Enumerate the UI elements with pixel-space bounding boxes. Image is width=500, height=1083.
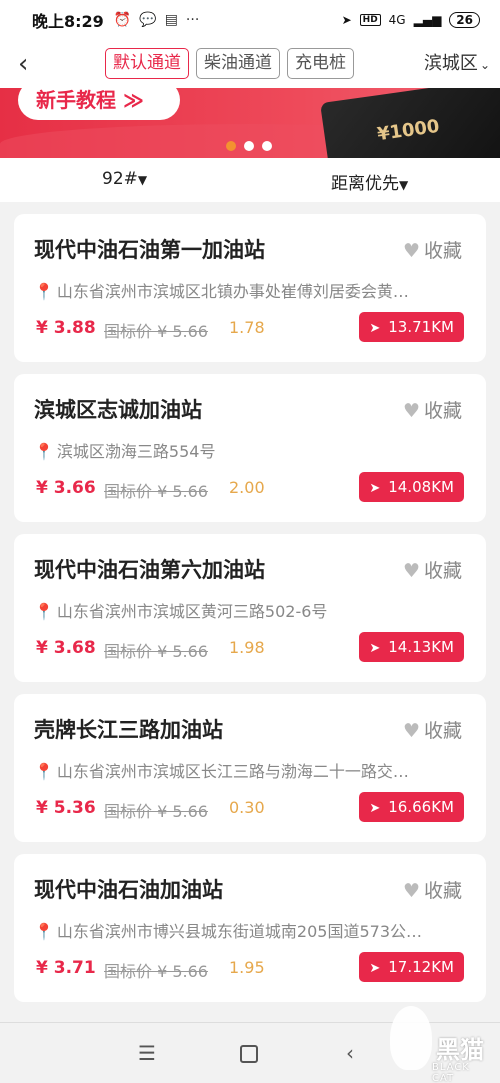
heart-icon: ♥ — [402, 880, 420, 902]
carousel-dots — [226, 141, 272, 151]
location-pin-icon: 📍 — [34, 602, 54, 621]
heart-icon: ♥ — [402, 240, 420, 262]
filter-bar: 92#▼ 距离优先▼ — [0, 158, 500, 202]
price-discount: 1.78 — [229, 318, 265, 337]
status-time: 晚上8:29 — [32, 12, 104, 31]
signal-bars-icon: ▂▄▆ — [413, 13, 442, 27]
menu-icon[interactable]: ☰ — [138, 1041, 156, 1065]
watermark-title: 黑猫 — [436, 1036, 484, 1064]
navigate-distance-button[interactable]: ➤ 17.12KM — [359, 952, 464, 982]
tutorial-button[interactable]: 新手教程 ≫ — [18, 88, 180, 120]
caret-down-icon: ▼ — [399, 178, 409, 192]
navigate-distance-button[interactable]: ➤ 14.13KM — [359, 632, 464, 662]
station-name: 现代中油石油第一加油站 — [34, 238, 265, 262]
top-nav-bar: ‹ 默认通道 柴油通道 充电桩 滨城区 ⌄ — [0, 40, 500, 88]
tab-default-channel[interactable]: 默认通道 — [105, 48, 189, 79]
navigate-distance-button[interactable]: ➤ 16.66KM — [359, 792, 464, 822]
station-card[interactable]: 壳牌长江三路加油站 ♥ 收藏 📍 山东省滨州市滨城区长江三路与渤海二十一路交… ¥ … — [14, 694, 486, 842]
national-price: 国标价 ¥ 5.66 — [104, 322, 208, 341]
channel-tabs: 默认通道 柴油通道 充电桩 — [105, 48, 354, 79]
station-address: 📍 山东省滨州市滨城区长江三路与渤海二十一路交… — [34, 762, 409, 781]
navigation-arrow-icon: ➤ — [369, 481, 381, 496]
station-address: 📍 山东省滨州市滨城区黄河三路502-6号 — [34, 602, 328, 621]
station-name: 壳牌长江三路加油站 — [34, 718, 223, 742]
favorite-button[interactable]: ♥ 收藏 — [403, 556, 462, 583]
navigate-distance-button[interactable]: ➤ 13.71KM — [359, 312, 464, 342]
favorite-button[interactable]: ♥ 收藏 — [403, 716, 462, 743]
heart-icon: ♥ — [402, 560, 420, 582]
location-pin-icon: 📍 — [34, 442, 54, 461]
station-name: 现代中油石油加油站 — [34, 878, 223, 902]
city-label: 滨城区 — [423, 53, 478, 74]
station-card[interactable]: 滨城区志诚加油站 ♥ 收藏 📍 滨城区渤海三路554号 ¥ 3.66 国标价 ¥ 5… — [14, 374, 486, 522]
heart-icon: ♥ — [402, 400, 420, 422]
station-name: 现代中油石油第六加油站 — [34, 558, 265, 582]
national-price: 国标价 ¥ 5.66 — [104, 482, 208, 501]
promo-banner[interactable]: 新手教程 ≫ ¥1000 — [0, 88, 500, 158]
station-price: ¥ 3.88 — [36, 318, 96, 338]
station-card[interactable]: 现代中油石油加油站 ♥ 收藏 📍 山东省滨州市博兴县城东街道城南205国道573公…… — [14, 854, 486, 1002]
station-address: 📍 山东省滨州市滨城区北镇办事处崔傅刘居委会黄… — [34, 282, 409, 301]
cat-logo-icon — [390, 1006, 432, 1070]
favorite-button[interactable]: ♥ 收藏 — [403, 876, 462, 903]
back-arrow-icon[interactable]: ‹ — [18, 50, 42, 78]
navigate-distance-button[interactable]: ➤ 14.08KM — [359, 472, 464, 502]
chevron-down-icon: ⌄ — [479, 58, 490, 72]
message-icon: ▤ — [164, 12, 178, 28]
station-card[interactable]: 现代中油石油第一加油站 ♥ 收藏 📍 山东省滨州市滨城区北镇办事处崔傅刘居委会黄… … — [14, 214, 486, 362]
battery-indicator: 26 — [449, 12, 480, 28]
location-pin-icon: 📍 — [34, 282, 54, 301]
price-discount: 2.00 — [229, 478, 265, 497]
location-pin-icon: 📍 — [34, 762, 54, 781]
carousel-dot[interactable] — [262, 141, 272, 151]
tab-diesel-channel[interactable]: 柴油通道 — [196, 48, 280, 79]
alarm-icon: ⏰ — [113, 12, 132, 28]
signal-label: 4G — [388, 13, 406, 27]
watermark: 黑猫 BLACK CAT — [382, 1000, 492, 1083]
heart-icon: ♥ — [402, 720, 420, 742]
carousel-dot[interactable] — [244, 141, 254, 151]
station-card[interactable]: 现代中油石油第六加油站 ♥ 收藏 📍 山东省滨州市滨城区黄河三路502-6号 ¥ 3… — [14, 534, 486, 682]
system-back-icon[interactable]: ‹ — [346, 1041, 354, 1065]
location-pin-icon: 📍 — [34, 922, 54, 941]
national-price: 国标价 ¥ 5.66 — [104, 642, 208, 661]
caret-down-icon: ▼ — [137, 173, 148, 187]
fuel-type-dropdown[interactable]: 92#▼ — [102, 169, 147, 189]
favorite-button[interactable]: ♥ 收藏 — [403, 396, 462, 423]
station-price: ¥ 3.68 — [36, 638, 96, 658]
navigation-arrow-icon: ➤ — [369, 641, 381, 656]
carousel-dot[interactable] — [226, 141, 236, 151]
sort-dropdown[interactable]: 距离优先▼ — [331, 169, 408, 194]
station-address: 📍 滨城区渤海三路554号 — [34, 442, 216, 461]
home-icon[interactable] — [240, 1045, 258, 1063]
more-dots-icon: ··· — [185, 12, 200, 28]
navigation-arrow-icon: ➤ — [369, 801, 381, 816]
price-discount: 1.95 — [229, 958, 265, 977]
location-arrow-icon: ➤ — [341, 13, 352, 27]
station-name: 滨城区志诚加油站 — [34, 398, 202, 422]
station-price: ¥ 3.66 — [36, 478, 96, 498]
station-price: ¥ 3.71 — [36, 958, 96, 978]
price-discount: 0.30 — [229, 798, 265, 817]
national-price: 国标价 ¥ 5.66 — [104, 962, 208, 981]
status-bar: 晚上8:29 ⏰ 💬 ▤ ··· ➤ HD 4G ▂▄▆ 26 — [0, 0, 500, 40]
navigation-arrow-icon: ➤ — [369, 961, 381, 976]
hd-icon: HD — [359, 14, 381, 26]
city-selector[interactable]: 滨城区 ⌄ — [424, 50, 490, 79]
tab-charging-pile[interactable]: 充电桩 — [287, 48, 354, 79]
national-price: 国标价 ¥ 5.66 — [104, 802, 208, 821]
wechat-icon: 💬 — [139, 12, 157, 28]
price-discount: 1.98 — [229, 638, 265, 657]
station-price: ¥ 5.36 — [36, 798, 96, 818]
favorite-button[interactable]: ♥ 收藏 — [403, 236, 462, 263]
watermark-subtitle: BLACK CAT — [432, 1062, 470, 1083]
station-address: 📍 山东省滨州市博兴县城东街道城南205国道573公… — [34, 922, 423, 941]
navigation-arrow-icon: ➤ — [369, 321, 381, 336]
